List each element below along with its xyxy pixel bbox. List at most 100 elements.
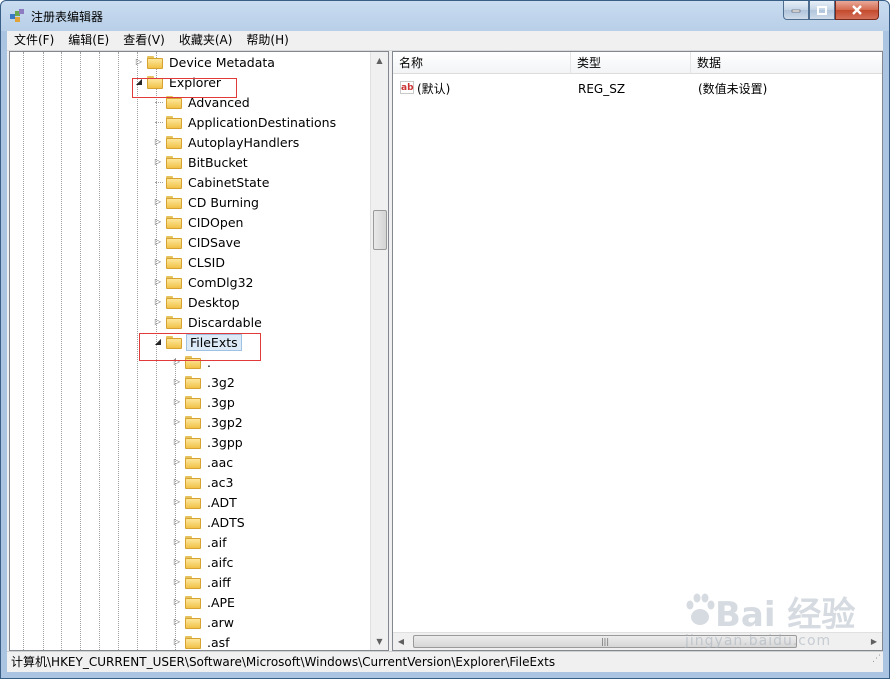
- menu-file[interactable]: 文件(F): [7, 31, 61, 50]
- tree-item[interactable]: ▷ CD Burning: [153, 192, 261, 212]
- expand-arrow-icon[interactable]: ▷: [172, 632, 182, 650]
- tree-item-label[interactable]: Desktop: [186, 294, 242, 311]
- expand-arrow-icon[interactable]: ▷: [172, 512, 182, 532]
- tree-item-label[interactable]: ApplicationDestinations: [186, 114, 338, 131]
- tree-vertical-scrollbar[interactable]: ▲ ▼: [370, 52, 388, 650]
- tree-item-label[interactable]: .3gp2: [205, 414, 245, 431]
- tree-item-label[interactable]: CIDOpen: [186, 214, 245, 231]
- tree-item[interactable]: ▷ .ADTS: [172, 512, 247, 532]
- tree-item[interactable]: ▷ ComDlg32: [153, 272, 256, 292]
- expand-arrow-icon[interactable]: ▷: [153, 132, 163, 152]
- column-type[interactable]: 类型: [571, 52, 691, 74]
- expand-arrow-icon[interactable]: ▷: [134, 52, 144, 72]
- tree-item[interactable]: ▷ .arw: [172, 612, 236, 632]
- tree-item[interactable]: ▷ .ac3: [172, 472, 235, 492]
- maximize-button[interactable]: [809, 1, 835, 20]
- minimize-button[interactable]: [783, 1, 809, 20]
- column-name[interactable]: 名称: [393, 52, 571, 74]
- tree-item-label[interactable]: .aiff: [205, 574, 233, 591]
- tree-item[interactable]: ▷ .3gp: [172, 392, 237, 412]
- tree-item[interactable]: ApplicationDestinations: [153, 112, 338, 132]
- tree-item[interactable]: ▷ .aif: [172, 532, 229, 552]
- tree-item[interactable]: ▷ .aiff: [172, 572, 233, 592]
- tree-item[interactable]: ▷ BitBucket: [153, 152, 250, 172]
- tree-item[interactable]: ▷ Desktop: [153, 292, 242, 312]
- expand-arrow-icon[interactable]: ▷: [153, 152, 163, 172]
- expand-arrow-icon[interactable]: ▷: [172, 592, 182, 612]
- tree-item-label[interactable]: Device Metadata: [167, 54, 277, 71]
- tree-item-label[interactable]: .asf: [205, 634, 232, 651]
- tree-item-label[interactable]: .ADT: [205, 494, 239, 511]
- tree-item[interactable]: ▷ AutoplayHandlers: [153, 132, 301, 152]
- tree-item-label[interactable]: .3gp: [205, 394, 237, 411]
- expand-arrow-icon[interactable]: ▷: [153, 252, 163, 272]
- tree-item-label[interactable]: .aif: [205, 534, 229, 551]
- tree-item[interactable]: ▷ .ADT: [172, 492, 239, 512]
- expand-arrow-icon[interactable]: ▷: [153, 312, 163, 332]
- tree-item[interactable]: ▷ Device Metadata: [134, 52, 277, 72]
- tree-item-label[interactable]: CabinetState: [186, 174, 271, 191]
- expand-arrow-icon[interactable]: ▷: [172, 432, 182, 452]
- scroll-thumb[interactable]: [373, 210, 387, 250]
- list-horizontal-scrollbar[interactable]: ◀ ||| ▶: [393, 632, 882, 650]
- value-name[interactable]: (默认): [417, 80, 450, 98]
- expand-arrow-icon[interactable]: ▷: [172, 392, 182, 412]
- scroll-up-arrow[interactable]: ▲: [371, 52, 388, 69]
- expand-arrow-icon[interactable]: ▷: [172, 612, 182, 632]
- expand-arrow-icon[interactable]: ▷: [172, 412, 182, 432]
- tree-item[interactable]: ▷ .APE: [172, 592, 237, 612]
- menu-help[interactable]: 帮助(H): [239, 31, 295, 50]
- horizontal-scroll-thumb[interactable]: |||: [413, 635, 797, 648]
- tree-item[interactable]: ▷ CIDSave: [153, 232, 243, 252]
- expand-arrow-icon[interactable]: ▷: [172, 372, 182, 392]
- expand-arrow-icon[interactable]: ▷: [153, 292, 163, 312]
- tree-item-label[interactable]: .arw: [205, 614, 236, 631]
- menu-edit[interactable]: 编辑(E): [61, 31, 116, 50]
- expand-arrow-icon[interactable]: ▷: [172, 452, 182, 472]
- tree-item-label[interactable]: .3gpp: [205, 434, 245, 451]
- tree-item-label[interactable]: AutoplayHandlers: [186, 134, 301, 151]
- expand-arrow-icon[interactable]: ▷: [153, 192, 163, 212]
- tree-item-label[interactable]: CD Burning: [186, 194, 261, 211]
- tree-item-label[interactable]: .ADTS: [205, 514, 247, 531]
- scroll-left-arrow[interactable]: ◀: [393, 633, 409, 650]
- expand-arrow-icon[interactable]: ▷: [153, 212, 163, 232]
- scroll-right-arrow[interactable]: ▶: [866, 633, 882, 650]
- title-bar[interactable]: 注册表编辑器: [1, 1, 889, 29]
- tree-item[interactable]: ▷ .asf: [172, 632, 232, 650]
- menu-favorites[interactable]: 收藏夹(A): [172, 31, 240, 50]
- tree-item[interactable]: ▷ .aifc: [172, 552, 235, 572]
- tree-item[interactable]: ▷ Discardable: [153, 312, 264, 332]
- expand-arrow-icon[interactable]: ▷: [153, 272, 163, 292]
- tree-item[interactable]: ▷ CLSID: [153, 252, 227, 272]
- expand-arrow-icon[interactable]: ▷: [172, 552, 182, 572]
- expand-arrow-icon[interactable]: ▷: [172, 492, 182, 512]
- tree-item[interactable]: ▷ CIDOpen: [153, 212, 245, 232]
- column-data[interactable]: 数据: [691, 52, 882, 74]
- registry-tree[interactable]: ▷ Device Metadata ◢ Explorer Advanced Applica…: [9, 51, 389, 651]
- tree-item-label[interactable]: Discardable: [186, 314, 264, 331]
- tree-item[interactable]: ▷ .3g2: [172, 372, 237, 392]
- tree-item-label[interactable]: .aac: [205, 454, 235, 471]
- values-list[interactable]: 名称 类型 数据 ab (默认) REG_SZ (数值未设置) ◀ ||| ▶: [392, 51, 883, 651]
- tree-item-label[interactable]: .aifc: [205, 554, 235, 571]
- tree-item-label[interactable]: BitBucket: [186, 154, 250, 171]
- expand-arrow-icon[interactable]: ▷: [172, 572, 182, 592]
- tree-item[interactable]: ▷ .3gpp: [172, 432, 245, 452]
- expand-arrow-icon[interactable]: ▷: [153, 232, 163, 252]
- tree-item-label[interactable]: .3g2: [205, 374, 237, 391]
- close-button[interactable]: [835, 1, 879, 20]
- expand-arrow-icon[interactable]: ▷: [172, 472, 182, 492]
- tree-item[interactable]: ▷ .aac: [172, 452, 235, 472]
- tree-item[interactable]: ▷ .3gp2: [172, 412, 245, 432]
- tree-item-label[interactable]: CIDSave: [186, 234, 243, 251]
- expand-arrow-icon[interactable]: ▷: [172, 532, 182, 552]
- tree-item-label[interactable]: .ac3: [205, 474, 235, 491]
- scroll-down-arrow[interactable]: ▼: [371, 633, 388, 650]
- tree-item-label[interactable]: CLSID: [186, 254, 227, 271]
- tree-item[interactable]: CabinetState: [153, 172, 271, 192]
- menu-view[interactable]: 查看(V): [116, 31, 172, 50]
- tree-item-label[interactable]: .APE: [205, 594, 237, 611]
- resize-grip-icon[interactable]: ⋰: [872, 649, 881, 670]
- tree-item-label[interactable]: ComDlg32: [186, 274, 256, 291]
